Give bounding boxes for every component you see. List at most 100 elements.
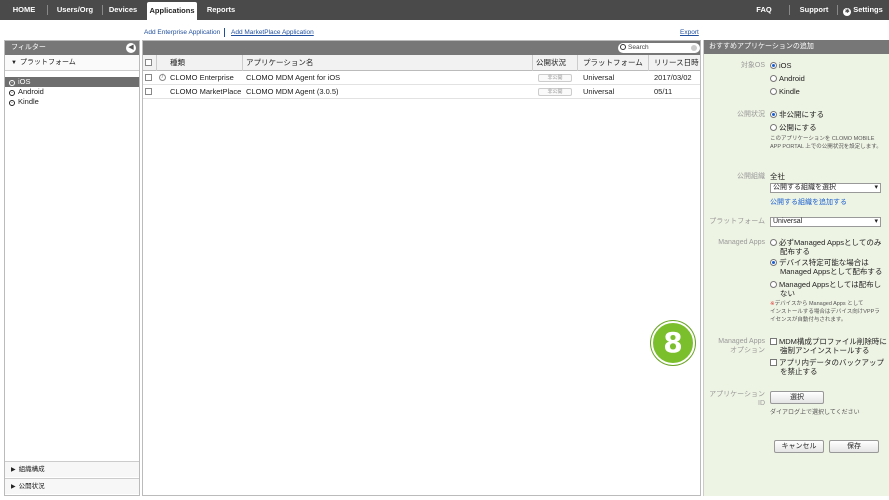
label-line: オプション — [730, 347, 765, 354]
application-table-panel: Search 種類 アプリケーション名 公開状況 プラットフォーム リリース日時… — [142, 40, 701, 496]
label-line: Managed Apps — [718, 338, 765, 345]
collapse-icon[interactable]: ◀ — [126, 43, 136, 53]
tab-devices[interactable]: Devices — [108, 0, 138, 20]
option-label: 公開にする — [779, 123, 817, 132]
block-backup-option[interactable]: アプリ内データのバックアップ を禁止する — [770, 358, 884, 376]
platform-section[interactable]: ▼ プラットフォーム — [5, 55, 139, 71]
save-button[interactable]: 保存 — [829, 440, 879, 453]
os-option-kindle[interactable]: Kindle — [770, 87, 800, 96]
option-label: 強制アンインストールする — [780, 346, 870, 355]
column-name[interactable]: アプリケーション名 — [246, 55, 313, 71]
cell-platform: Universal — [583, 87, 615, 96]
nav-separator — [47, 5, 48, 15]
column-status[interactable]: 公開状況 — [536, 55, 566, 71]
tab-users-org[interactable]: Users/Org — [54, 0, 96, 20]
tab-reports[interactable]: Reports — [206, 0, 236, 20]
settings-link[interactable]: ✱ Settings — [843, 0, 883, 20]
search-placeholder: Search — [628, 44, 649, 51]
search-box[interactable]: Search — [618, 43, 700, 53]
minus-circle-icon: - — [9, 90, 15, 96]
publish-option-public[interactable]: 公開にする — [770, 123, 817, 132]
org-value: 全社 — [770, 172, 785, 181]
managed-option-if-identifiable[interactable]: デバイス特定可能な場合は Managed Appsとして配布する — [770, 258, 882, 276]
support-link[interactable]: Support — [799, 0, 829, 20]
org-section-label: 組織構成 — [18, 466, 45, 473]
platform-item-kindle[interactable]: - Kindle — [5, 97, 139, 107]
top-navigation: HOME Users/Org Devices Applications Repo… — [0, 0, 889, 20]
column-platform[interactable]: プラットフォーム — [583, 55, 643, 71]
add-marketplace-link[interactable]: Add MarketPlace Application — [231, 29, 314, 36]
os-option-ios[interactable]: iOS — [770, 61, 792, 70]
option-label: MDM構成プロファイル削除時に — [779, 337, 887, 346]
faq-link[interactable]: FAQ — [754, 0, 774, 20]
clear-icon[interactable] — [691, 45, 697, 51]
platform-select[interactable]: Universal — [770, 217, 881, 227]
note-line: イセンスが自動付与されます。 — [770, 317, 847, 323]
radio-checked[interactable] — [770, 259, 777, 266]
nav-separator — [102, 5, 103, 15]
radio[interactable] — [770, 281, 777, 288]
option-label: Android — [779, 74, 805, 83]
platform-label: Kindle — [18, 97, 39, 106]
minus-circle-icon: - — [9, 80, 15, 86]
cell-type: CLOMO MarketPlace — [170, 87, 242, 96]
status-badge: 非公開 — [538, 74, 572, 82]
select-button[interactable]: 選択 — [770, 391, 824, 404]
managed-option-never[interactable]: Managed Appsとしては配布し ない — [770, 280, 881, 298]
minus-circle-icon: - — [9, 100, 15, 106]
platform-item-ios[interactable]: - iOS — [5, 77, 139, 87]
tab-home[interactable]: HOME — [8, 0, 40, 20]
radio-checked[interactable] — [770, 62, 777, 69]
cell-release-date: 05/11 — [654, 87, 673, 96]
select-all-checkbox[interactable] — [145, 59, 152, 66]
cancel-button[interactable]: キャンセル — [774, 440, 824, 453]
tab-applications[interactable]: Applications — [147, 2, 197, 20]
column-divider — [156, 55, 157, 71]
org-section[interactable]: ▶ 組織構成 — [5, 461, 139, 477]
os-option-android[interactable]: Android — [770, 74, 805, 83]
org-select[interactable]: 公開する組織を選択 — [770, 183, 881, 193]
nav-separator — [837, 5, 838, 15]
table-row[interactable]: / CLOMO Enterprise CLOMO MDM Agent for i… — [143, 71, 700, 85]
search-icon — [620, 44, 626, 50]
option-label: 配布する — [780, 247, 810, 256]
checkbox[interactable] — [770, 338, 777, 345]
column-type[interactable]: 種類 — [170, 55, 185, 71]
publish-note: このアプリケーションを CLOMO MOBILE APP PORTAL 上での公… — [770, 136, 882, 150]
managed-option-only[interactable]: 必ずManaged Appsとしてのみ 配布する — [770, 238, 881, 256]
platform-label: Android — [18, 87, 44, 96]
column-release-date[interactable]: リリース日時 — [654, 55, 699, 71]
radio[interactable] — [770, 88, 777, 95]
platform-item-android[interactable]: - Android — [5, 87, 139, 97]
force-uninstall-option[interactable]: MDM構成プロファイル削除時に 強制アンインストールする — [770, 337, 887, 355]
platform-label: プラットフォーム — [709, 218, 765, 225]
publish-option-private[interactable]: 非公開にする — [770, 110, 824, 119]
checkbox[interactable] — [770, 359, 777, 366]
column-divider — [577, 55, 578, 71]
radio[interactable] — [770, 239, 777, 246]
column-divider — [648, 55, 649, 71]
managed-option-label: Managed Apps オプション — [718, 337, 765, 355]
add-enterprise-link[interactable]: Add Enterprise Application — [144, 29, 220, 36]
add-org-link[interactable]: 公開する組織を追加する — [770, 197, 847, 207]
table-row[interactable]: CLOMO MarketPlace CLOMO MDM Agent (3.0.5… — [143, 85, 700, 99]
link-separator — [224, 28, 225, 37]
column-divider — [242, 55, 243, 71]
managed-apps-label: Managed Apps — [718, 239, 765, 246]
radio[interactable] — [770, 124, 777, 131]
radio[interactable] — [770, 75, 777, 82]
publish-section[interactable]: ▶ 公開状況 — [5, 478, 139, 494]
cell-name: CLOMO MDM Agent (3.0.5) — [246, 87, 339, 96]
radio-checked[interactable] — [770, 111, 777, 118]
row-checkbox[interactable] — [145, 88, 152, 95]
filter-header: フィルター ◀ — [5, 41, 139, 55]
cell-platform: Universal — [583, 73, 615, 82]
table-header: 種類 アプリケーション名 公開状況 プラットフォーム リリース日時 — [143, 55, 700, 71]
option-label: を禁止する — [780, 367, 818, 376]
option-label: デバイス特定可能な場合は — [779, 258, 869, 267]
add-application-form: おすすめアプリケーションの追加 対象OS iOS Android Kindle … — [703, 40, 889, 496]
export-link[interactable]: Export — [680, 29, 699, 36]
cell-name: CLOMO MDM Agent for iOS — [246, 73, 341, 82]
option-label: Managed Appsとしては配布し — [779, 280, 882, 289]
row-checkbox[interactable] — [145, 74, 152, 81]
